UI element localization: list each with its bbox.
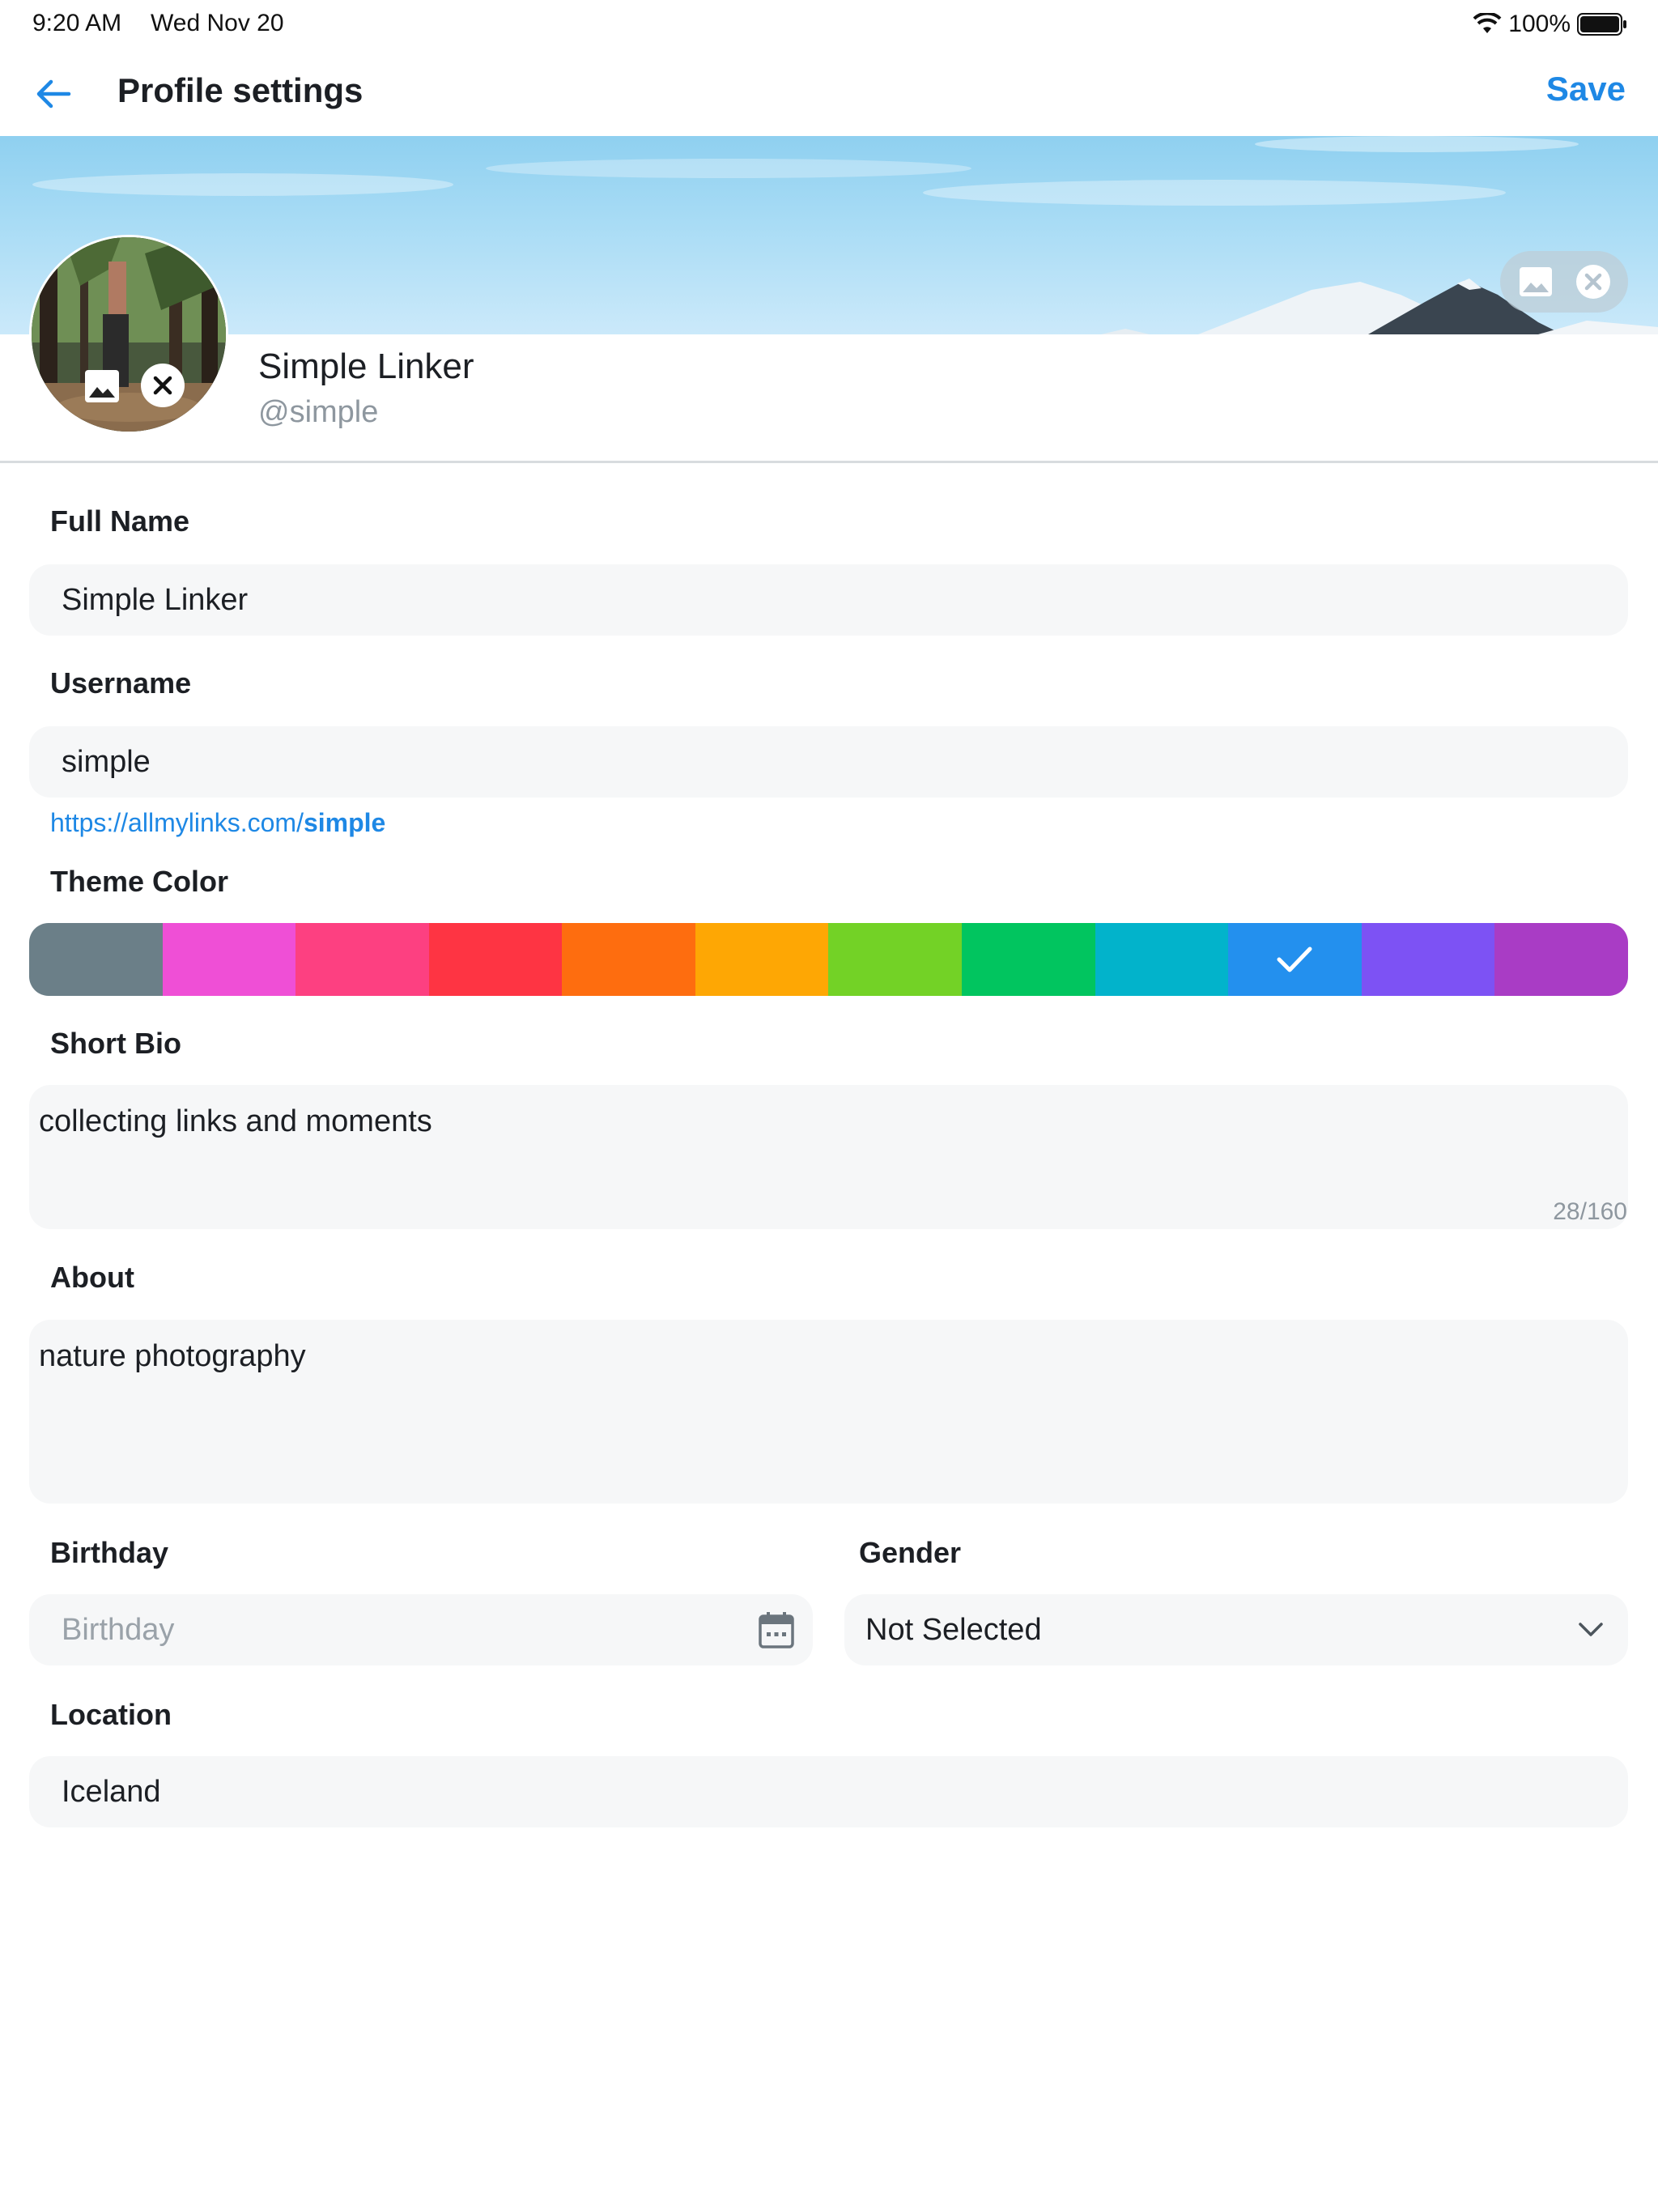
about-field[interactable]: nature photography [29,1320,1628,1504]
status-indicators: 100% [1473,10,1627,39]
status-bar: 9:20 AM Wed Nov 20 100% [0,0,1658,49]
theme-swatch-11[interactable] [1361,923,1495,996]
profile-name: Simple Linker [258,347,474,386]
theme-swatch-6[interactable] [695,923,829,996]
profile-url[interactable]: https://allmylinks.com/simple [50,808,385,838]
full-name-label: Full Name [50,504,190,538]
gender-select[interactable]: Not Selected [844,1594,1628,1665]
chevron-down-icon [1579,1623,1603,1636]
back-button[interactable] [29,70,78,118]
battery-icon [1577,13,1626,36]
gender-label: Gender [859,1536,962,1569]
close-icon [153,376,172,395]
username-value: simple [62,744,151,779]
theme-swatch-12[interactable] [1494,923,1628,996]
full-name-field[interactable]: Simple Linker [29,564,1628,636]
divider [0,461,1658,463]
username-label: Username [50,666,192,700]
profile-url-suffix: simple [303,808,386,837]
short-bio-counter: 28/160 [1553,1198,1627,1225]
birthday-field[interactable]: Birthday [29,1594,813,1665]
status-time: 9:20 AM [32,10,122,36]
theme-swatch-4[interactable] [428,923,563,996]
theme-swatch-5[interactable] [562,923,695,996]
birthday-label: Birthday [50,1536,169,1569]
calendar-icon[interactable] [758,1610,795,1649]
short-bio-value: collecting links and moments [39,1104,432,1138]
avatar-change-button[interactable] [82,366,122,406]
arrow-left-icon [36,79,71,108]
location-value: Iceland [62,1774,161,1809]
about-value: nature photography [39,1339,306,1373]
theme-color-label: Theme Color [50,865,229,898]
location-label: Location [50,1698,172,1731]
theme-color-picker [29,923,1628,996]
status-date: Wed Nov 20 [151,10,284,36]
image-icon [1519,267,1552,296]
username-field[interactable]: simple [29,726,1628,798]
cover-controls [1500,251,1628,313]
theme-swatch-8[interactable] [962,923,1095,996]
theme-swatch-1[interactable] [29,923,163,996]
profile-handle: @simple [258,395,379,429]
wifi-icon [1473,13,1502,33]
full-name-value: Simple Linker [62,582,249,617]
app-header: Profile settings Save [0,49,1658,136]
avatar [29,235,228,434]
short-bio-field[interactable]: collecting links and moments [29,1085,1628,1229]
gender-value: Not Selected [865,1612,1042,1647]
profile-url-prefix: https://allmylinks.com/ [50,808,304,837]
location-field[interactable]: Iceland [29,1756,1628,1827]
save-button[interactable]: Save [1546,70,1626,108]
birthday-placeholder: Birthday [62,1612,175,1647]
page-title: Profile settings [117,71,363,109]
cover-change-button[interactable] [1513,259,1558,304]
cover-image [0,136,1658,334]
avatar-remove-button[interactable] [141,364,185,407]
image-icon [85,370,119,402]
theme-swatch-2[interactable] [162,923,296,996]
theme-swatch-10[interactable] [1228,923,1362,996]
short-bio-label: Short Bio [50,1027,181,1060]
battery-percent: 100% [1508,11,1571,37]
theme-swatch-3[interactable] [295,923,429,996]
theme-swatch-7[interactable] [828,923,963,996]
check-icon [1277,946,1312,972]
cover-landscape [32,136,1658,334]
cover-remove-button[interactable] [1571,259,1616,304]
close-circle-icon [1575,265,1610,299]
avatar-photo [32,237,226,432]
about-label: About [50,1261,134,1294]
theme-swatch-9[interactable] [1095,923,1229,996]
